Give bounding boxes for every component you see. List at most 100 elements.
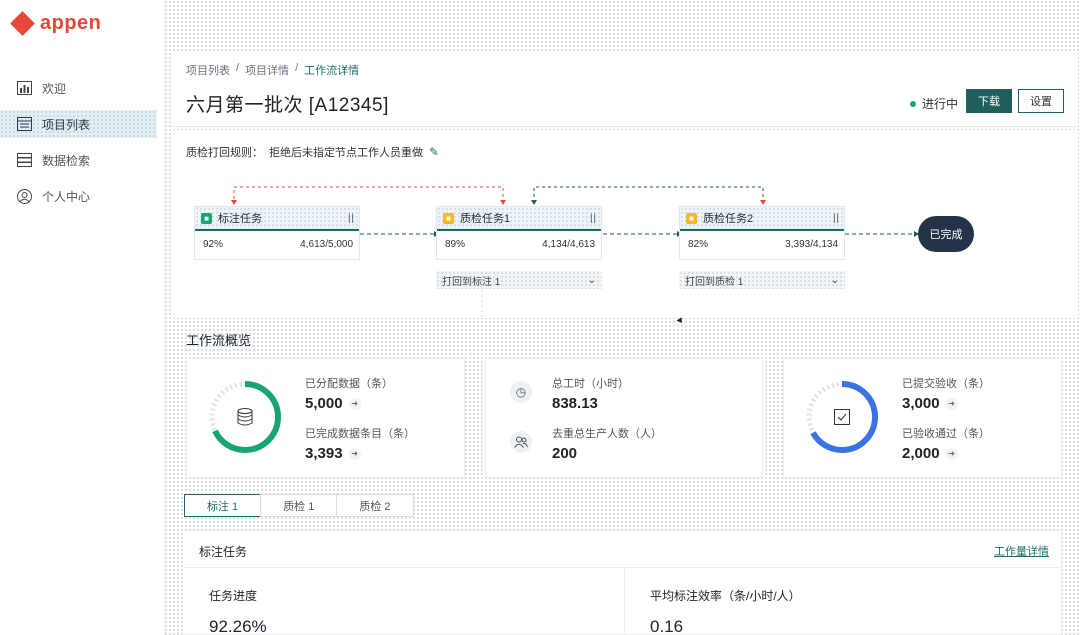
pause-icon[interactable]: | | — [590, 213, 596, 224]
sidebar-item-profile[interactable]: 个人中心 — [0, 182, 157, 210]
submitted-stat: 已提交验收（条） 3,000 ➜ — [902, 375, 990, 412]
stat-value: 3,000 — [902, 395, 940, 412]
task-panel: 标注任务 工作量详情 任务进度 92.26% 平均标注效率（条/小时/人） 0.… — [182, 530, 1062, 635]
node-percent: 92% — [203, 239, 224, 250]
logo[interactable]: appen — [10, 10, 102, 36]
list-icon — [16, 116, 32, 132]
stat-value: 3,393 — [305, 445, 343, 462]
workload-detail-link[interactable]: 工作量详情 — [994, 543, 1049, 559]
tab-qa-1[interactable]: 质检 1 — [260, 494, 338, 517]
metric-value: 92.26% — [209, 617, 267, 635]
settings-button[interactable]: 设置 — [1018, 89, 1064, 113]
node-body: 92% 4,613/5,000 — [195, 231, 359, 250]
stat-label: 已提交验收（条） — [902, 378, 990, 390]
metric-label: 平均标注效率（条/小时/人） — [650, 589, 801, 603]
chevron-down-icon: ⌄ — [587, 274, 596, 286]
stat-label: 已完成数据条目（条） — [305, 428, 415, 440]
accepted-stat: 已验收通过（条） 2,000 ➜ — [902, 425, 990, 462]
flow-node-qa1[interactable]: ■ 质检任务1 | | 89% 4,134/4,613 — [436, 206, 602, 260]
node-body: 82% 3,393/4,134 — [680, 231, 844, 250]
node-header: ■ 标注任务 | | — [195, 207, 359, 231]
reject-target-select[interactable]: 打回到标注 1 ⌄ — [436, 271, 602, 289]
tab-annotation-1[interactable]: 标注 1 — [184, 494, 262, 517]
sidebar: appen 欢迎 项目列表 数据检索 个人中心 — [0, 0, 165, 635]
qa-icon: ■ — [686, 212, 697, 224]
workload-stat-card: ◷ 总工时（小时） 838.13 去重总生产人数（人） 200 — [485, 358, 763, 478]
flow-node-annotation[interactable]: ■ 标注任务 | | 92% 4,613/5,000 — [194, 206, 360, 260]
node-header: ■ 质检任务2 | | — [680, 207, 844, 231]
appen-logo-icon — [10, 10, 35, 36]
users-icon — [510, 431, 532, 453]
chevron-down-icon: ⌄ — [830, 274, 839, 286]
done-node: 已完成 — [918, 216, 974, 252]
stat-value: 2,000 — [902, 445, 940, 462]
breadcrumb: 项目列表 / 项目详情 / 工作流详情 — [186, 62, 359, 78]
completed-stat: 已完成数据条目（条） 3,393 ➜ — [305, 425, 415, 462]
node-header: ■ 质检任务1 | | — [437, 207, 601, 231]
sidebar-item-welcome[interactable]: 欢迎 — [0, 74, 157, 102]
status-dot-icon — [909, 100, 916, 107]
mouse-cursor-icon — [676, 317, 685, 325]
checklist-icon — [830, 405, 854, 429]
qa-icon: ■ — [443, 212, 454, 224]
acceptance-stat-card: 已提交验收（条） 3,000 ➜ 已验收通过（条） 2,000 ➜ — [783, 358, 1062, 478]
breadcrumb-project-detail[interactable]: 项目详情 — [245, 62, 289, 78]
sidebar-item-data-search[interactable]: 数据检索 — [0, 146, 157, 174]
overview-title: 工作流概览 — [186, 333, 252, 348]
status-badge: 进行中 — [909, 95, 958, 112]
node-progress: 4,613/5,000 — [300, 239, 353, 250]
breadcrumb-projects[interactable]: 项目列表 — [186, 62, 230, 78]
breadcrumb-workflow-detail: 工作流详情 — [304, 65, 360, 77]
stat-label: 去重总生产人数（人） — [552, 428, 662, 440]
arrow-right-icon[interactable]: ➜ — [348, 447, 361, 460]
sidebar-item-label: 个人中心 — [42, 189, 91, 204]
logo-text: appen — [40, 12, 102, 34]
divider — [183, 567, 1061, 568]
stat-label: 已验收通过（条） — [902, 428, 990, 440]
node-progress: 4,134/4,613 — [542, 239, 595, 250]
chart-icon — [16, 80, 32, 96]
sidebar-item-projects[interactable]: 项目列表 — [0, 110, 157, 138]
node-name: 标注任务 — [218, 213, 262, 225]
reject-target-value: 打回到标注 1 — [442, 276, 501, 288]
status-text: 进行中 — [921, 97, 958, 111]
arrow-right-icon[interactable]: ➜ — [348, 397, 361, 410]
database-icon — [16, 152, 32, 168]
clock-icon: ◷ — [510, 381, 532, 403]
pause-icon[interactable]: | | — [348, 213, 354, 224]
tab-qa-2[interactable]: 质检 2 — [336, 494, 414, 517]
sidebar-item-label: 数据检索 — [42, 153, 91, 168]
stat-value: 200 — [552, 445, 578, 462]
sidebar-item-label: 项目列表 — [42, 117, 91, 132]
node-progress: 3,393/4,134 — [785, 239, 838, 250]
stat-label: 总工时（小时） — [552, 378, 629, 390]
flow-node-qa2[interactable]: ■ 质检任务2 | | 82% 3,393/4,134 — [679, 206, 845, 260]
node-percent: 89% — [445, 239, 466, 250]
breadcrumb-separator: / — [236, 62, 240, 74]
stat-value: 5,000 — [305, 395, 343, 412]
hours-stat: 总工时（小时） 838.13 — [552, 375, 629, 412]
reject-target-value: 打回到质检 1 — [685, 276, 744, 288]
arrow-right-icon[interactable]: ➜ — [945, 447, 958, 460]
task-icon: ■ — [201, 212, 212, 224]
divider — [624, 567, 625, 635]
assigned-stat: 已分配数据（条） 5,000 ➜ — [305, 375, 393, 412]
breadcrumb-separator: / — [295, 62, 299, 74]
sidebar-item-label: 欢迎 — [42, 81, 67, 96]
efficiency-metric: 平均标注效率（条/小时/人） 0.16 — [650, 587, 801, 635]
reject-target-select[interactable]: 打回到质检 1 ⌄ — [679, 271, 845, 289]
page-title: 六月第一批次 [A12345] — [186, 95, 389, 116]
pause-icon[interactable]: | | — [833, 213, 839, 224]
database-icon — [233, 405, 257, 429]
arrow-right-icon[interactable]: ➜ — [945, 397, 958, 410]
stat-value: 838.13 — [552, 395, 598, 412]
node-percent: 82% — [688, 239, 709, 250]
download-button[interactable]: 下载 — [966, 89, 1012, 113]
node-body: 89% 4,134/4,613 — [437, 231, 601, 250]
workflow-diagram: 质检打回规则： 拒绝后未指定节点工作人员重做 ✎ ■ 标注任务 | | 92% … — [172, 130, 1078, 318]
workers-stat: 去重总生产人数（人） 200 — [552, 425, 662, 462]
stat-label: 已分配数据（条） — [305, 378, 393, 390]
page-header: 项目列表 / 项目详情 / 工作流详情 六月第一批次 [A12345] 进行中 … — [172, 52, 1078, 127]
panel-title: 标注任务 — [199, 545, 248, 559]
task-tabs: 标注 1 质检 1 质检 2 — [184, 494, 414, 517]
